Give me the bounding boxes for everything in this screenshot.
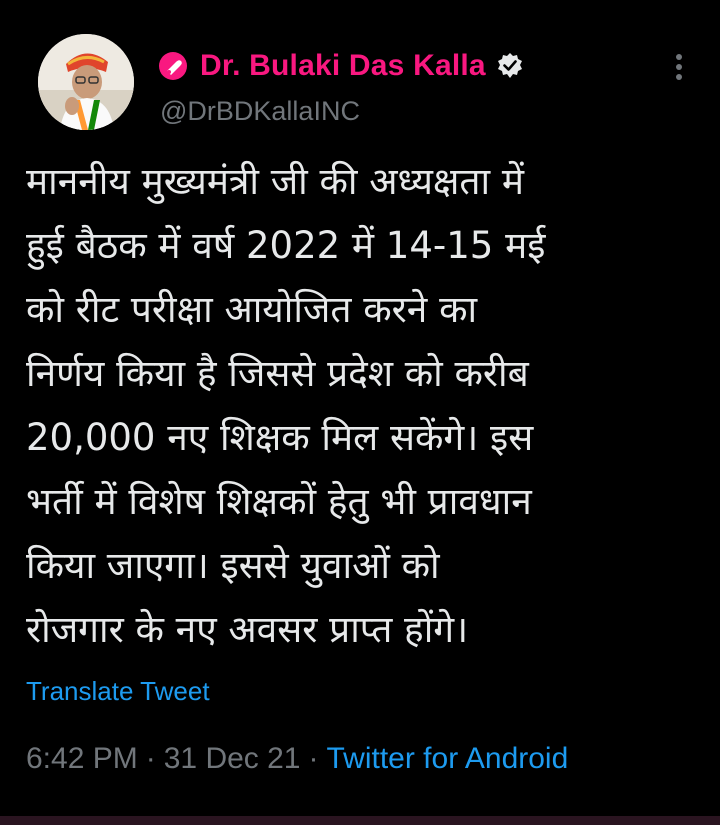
tweet-metadata: 6:42 PM · 31 Dec 21 · Twitter for Androi…	[26, 742, 568, 776]
tweet-source-link[interactable]: Twitter for Android	[327, 742, 569, 776]
author-row: Dr. Bulaki Das Kalla	[158, 46, 524, 86]
tweet-text-line: माननीय मुख्यमंत्री जी की अध्यक्षता में	[26, 160, 524, 203]
meta-separator: ·	[145, 742, 156, 775]
tweet-date[interactable]: 31 Dec 21	[164, 742, 301, 776]
tweet-text-line: रोजगार के नए अवसर प्राप्त होंगे।	[26, 608, 469, 651]
tweet-text-line: किया जाएगा। इससे युवाओं को	[26, 544, 440, 587]
more-options-icon	[676, 54, 682, 80]
avatar-image	[38, 34, 134, 130]
tweet-text-line: निर्णय किया है जिससे प्रदेश को करीब	[26, 352, 529, 395]
tweet-time[interactable]: 6:42 PM	[26, 742, 138, 776]
more-options-button[interactable]	[664, 50, 694, 84]
party-symbol-icon	[158, 51, 188, 81]
author-display-name[interactable]: Dr. Bulaki Das Kalla	[200, 49, 486, 83]
tweet-text-line: 20,000 नए शिक्षक मिल सकेंगे। इस	[26, 416, 534, 459]
translate-tweet-link[interactable]: Translate Tweet	[26, 676, 210, 707]
meta-separator: ·	[308, 742, 319, 775]
verified-badge-icon	[496, 52, 524, 80]
tweet: Dr. Bulaki Das Kalla @DrBDKallaINC माननी…	[0, 0, 720, 825]
tweet-text: माननीय मुख्यमंत्री जी की अध्यक्षता में ह…	[26, 150, 706, 662]
tweet-text-line: हुई बैठक में वर्ष 2022 में 14-15 मई	[26, 224, 546, 267]
tweet-text-line: भर्ती में विशेष शिक्षकों हेतु भी प्रावधा…	[26, 480, 532, 523]
tweet-text-line: को रीट परीक्षा आयोजित करने का	[26, 288, 478, 331]
avatar[interactable]	[38, 34, 134, 130]
author-handle[interactable]: @DrBDKallaINC	[160, 96, 360, 127]
bottom-divider	[0, 816, 720, 825]
